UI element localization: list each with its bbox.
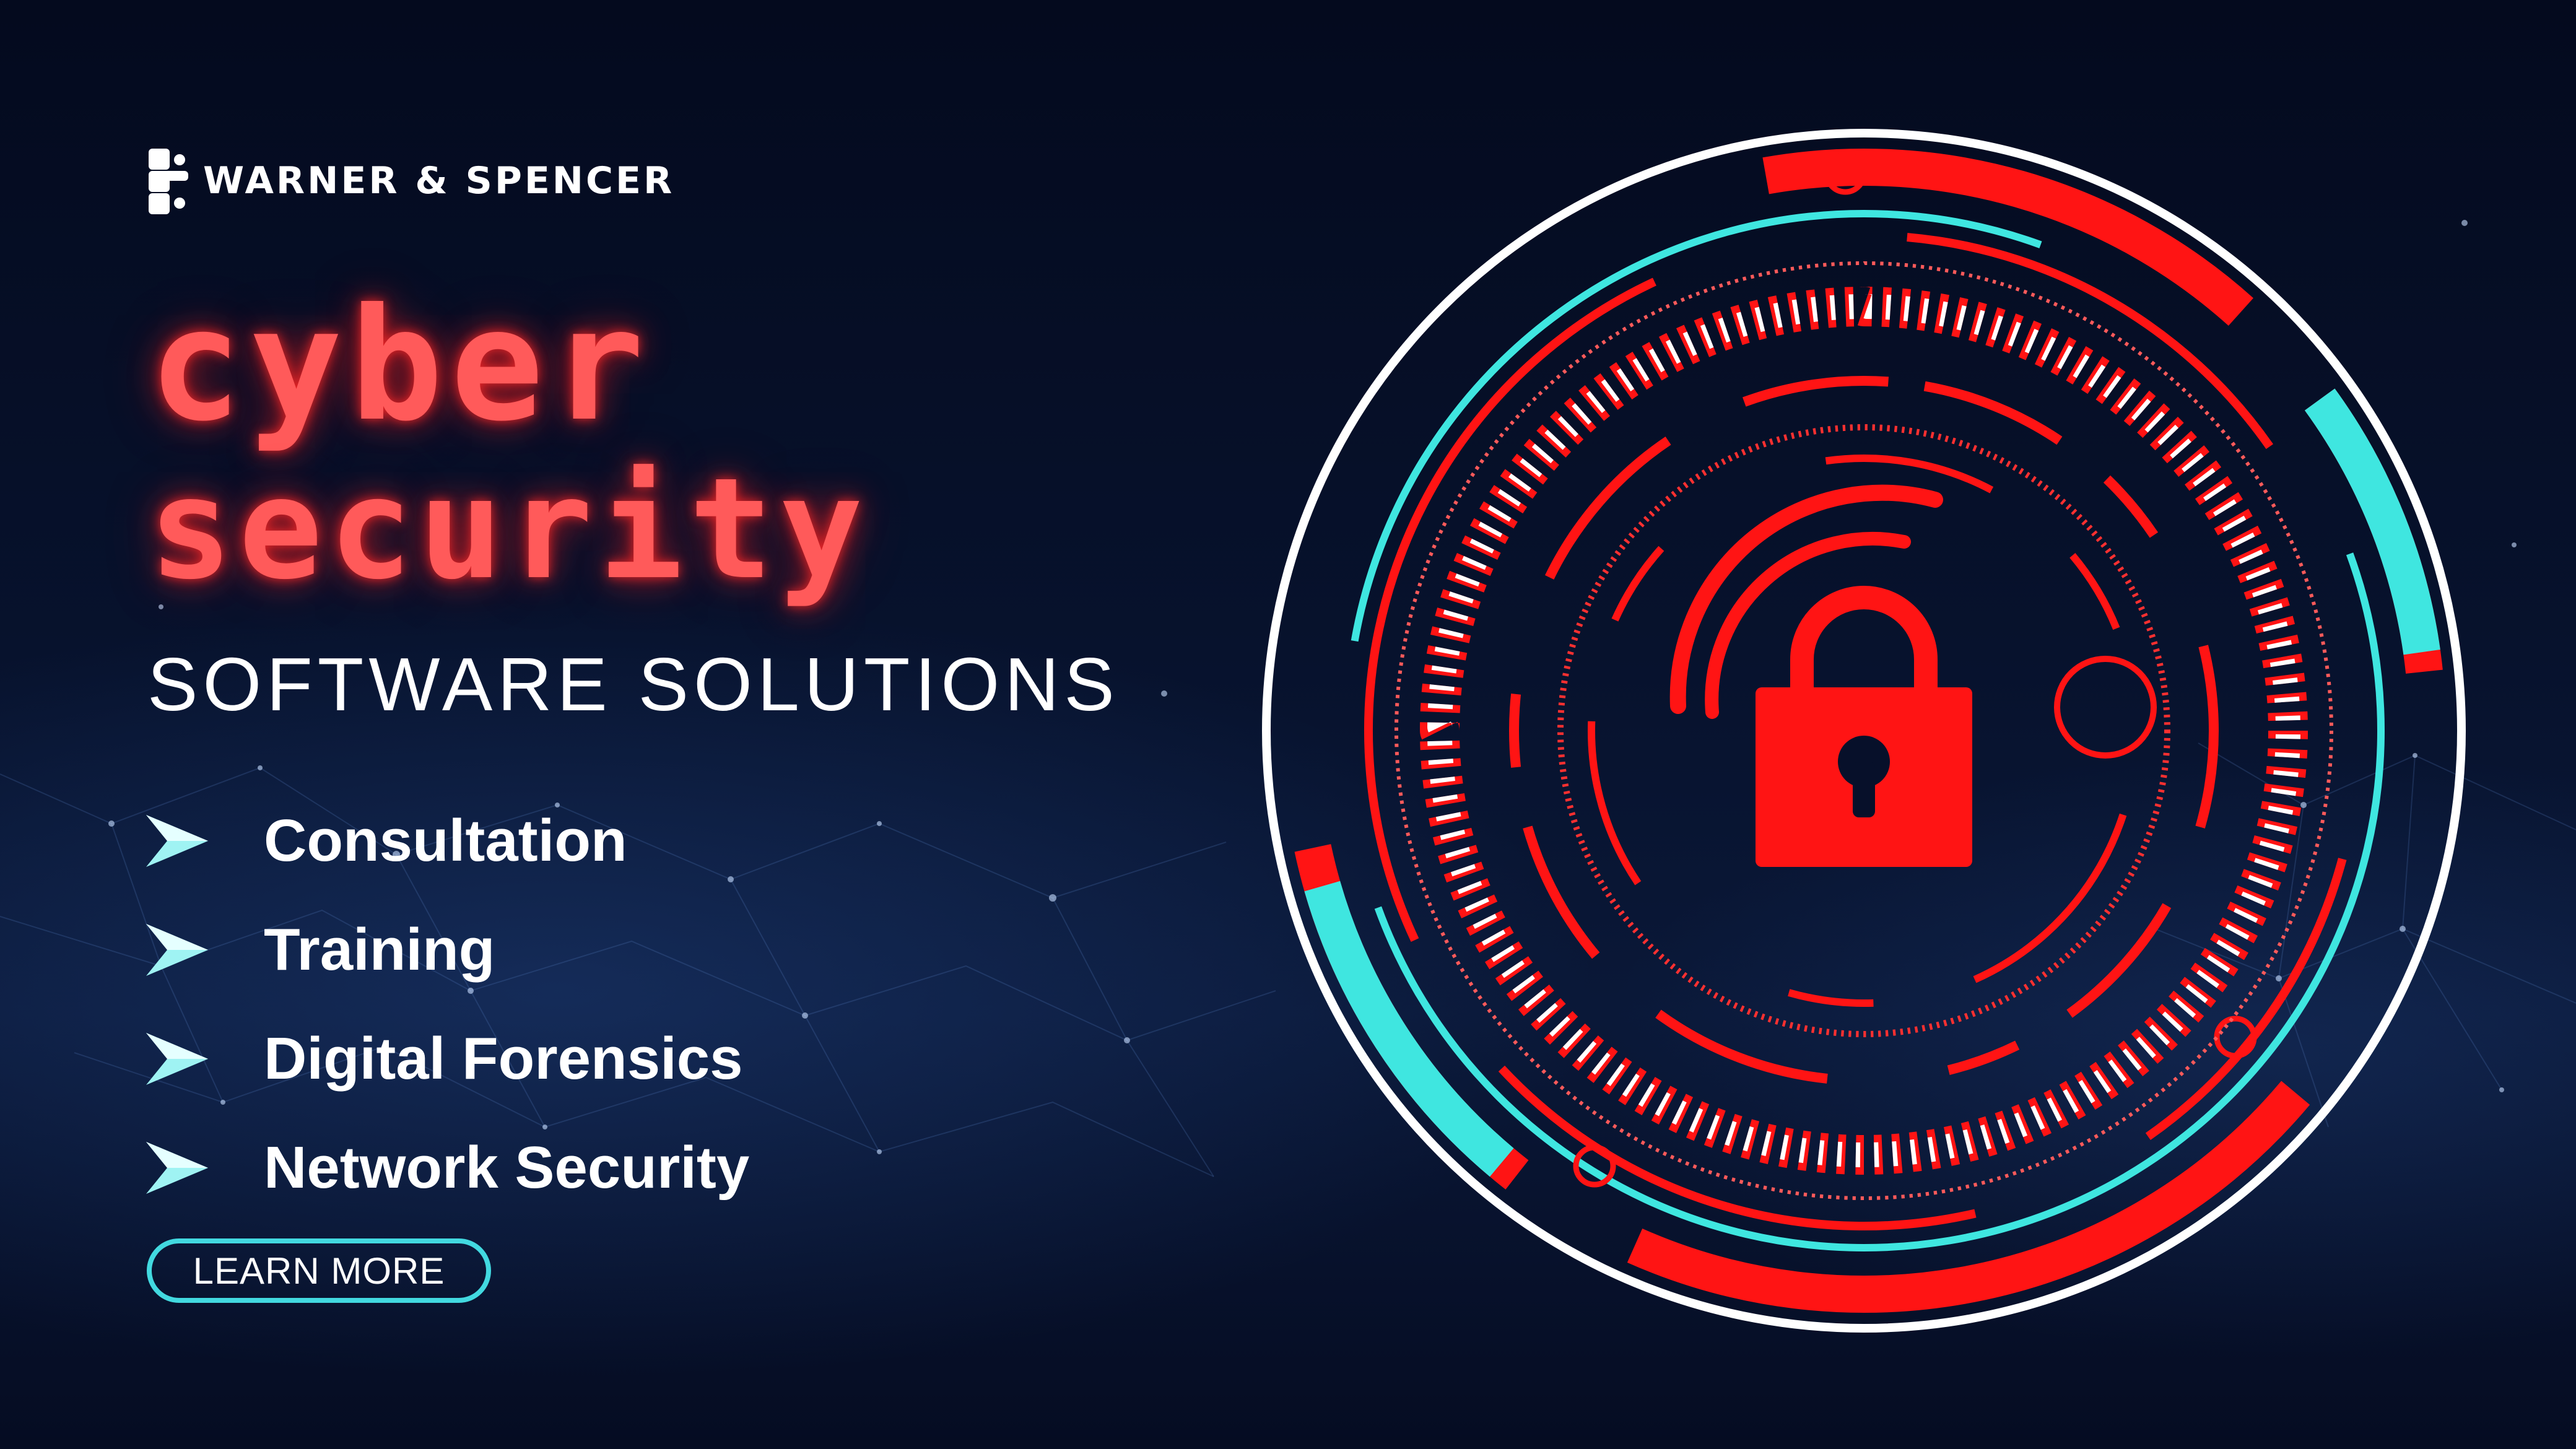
arrow-right-icon [146,924,208,976]
service-label-training: Training [264,916,495,983]
list-item: Digital Forensics [144,1004,949,1113]
list-item: Consultation [144,786,949,895]
learn-more-button[interactable]: LEARN MORE [147,1238,491,1303]
brand-name: WARNER & SPENCER [203,159,675,202]
ad-banner: WARNER & SPENCER cyber security SOFTWARE… [0,0,2576,1449]
list-item: Training [144,895,949,1004]
puzzle-network-icon [149,149,188,214]
service-label-network-security: Network Security [264,1134,750,1201]
list-item: Network Security [144,1113,949,1222]
headline-line-1: cyber [149,275,652,455]
headline-line-2: security [149,448,869,611]
brand: WARNER & SPENCER [142,144,674,218]
security-emblem [1262,129,2466,1333]
arrow-right-icon [146,1142,208,1194]
service-label-consultation: Consultation [264,807,627,874]
services-list: Consultation Training Digital Forensics … [144,786,949,1222]
padlock-icon [1756,586,1972,867]
subtitle: SOFTWARE SOLUTIONS [147,642,1120,726]
arrow-right-icon [146,815,208,867]
service-label-digital-forensics: Digital Forensics [264,1025,743,1092]
arrow-right-icon [146,1033,208,1085]
